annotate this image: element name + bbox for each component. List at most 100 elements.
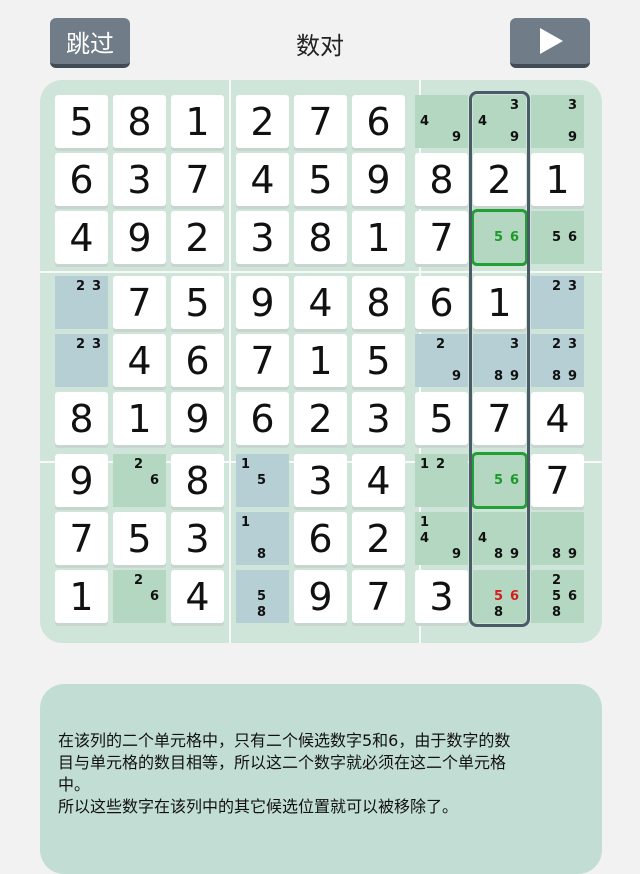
cell-value: 1 xyxy=(366,215,391,260)
sudoku-cell-given[interactable]: 7 xyxy=(531,454,584,507)
cell-value: 4 xyxy=(545,396,570,441)
sudoku-cell-given[interactable]: 1 xyxy=(531,153,584,206)
sudoku-cell-given[interactable]: 1 xyxy=(55,570,108,623)
sudoku-cell-given[interactable]: 6 xyxy=(294,512,347,565)
sudoku-cell-given[interactable]: 4 xyxy=(113,334,166,387)
sudoku-cell-given[interactable]: 9 xyxy=(55,454,108,507)
sudoku-cell-candidates[interactable]: 58 xyxy=(236,570,289,623)
sudoku-cell-given[interactable]: 9 xyxy=(352,153,405,206)
cell-value: 2 xyxy=(250,99,275,144)
sudoku-cell-candidates[interactable]: 12 xyxy=(415,454,468,507)
cell-value: 5 xyxy=(185,280,210,325)
sudoku-cell-candidates[interactable]: 23 89 xyxy=(531,334,584,387)
sudoku-cell-given[interactable]: 8 xyxy=(171,454,224,507)
sudoku-cell-given[interactable]: 9 xyxy=(171,392,224,445)
sudoku-cell-candidates[interactable]: 89 xyxy=(531,512,584,565)
sudoku-cell-given[interactable]: 4 xyxy=(55,211,108,264)
sudoku-cell-given[interactable]: 5 xyxy=(352,334,405,387)
sudoku-cell-candidates[interactable]: 23 xyxy=(55,276,108,329)
sudoku-cell-given[interactable]: 5 xyxy=(113,512,166,565)
sudoku-cell-given[interactable]: 9 xyxy=(113,211,166,264)
cell-value: 9 xyxy=(250,280,275,325)
sudoku-cell-candidates[interactable]: 23 xyxy=(531,276,584,329)
sudoku-cell-given[interactable]: 8 xyxy=(55,392,108,445)
candidate-digit: 6 xyxy=(567,230,578,245)
sudoku-cell-candidates[interactable]: 39 xyxy=(531,95,584,148)
cell-value: 5 xyxy=(69,99,94,144)
sudoku-cell-given[interactable]: 8 xyxy=(294,211,347,264)
sudoku-cell-given[interactable]: 4 xyxy=(171,570,224,623)
sudoku-cell-given[interactable]: 1 xyxy=(352,211,405,264)
sudoku-cell-given[interactable]: 1 xyxy=(113,392,166,445)
sudoku-cell-given[interactable]: 5 xyxy=(294,153,347,206)
sudoku-cell-given[interactable]: 4 xyxy=(236,153,289,206)
sudoku-cell-given[interactable]: 7 xyxy=(352,570,405,623)
column-highlight xyxy=(469,91,530,627)
sudoku-cell-given[interactable]: 3 xyxy=(415,570,468,623)
cell-value: 6 xyxy=(185,338,210,383)
sudoku-cell-given[interactable]: 7 xyxy=(415,211,468,264)
sudoku-cell-given[interactable]: 7 xyxy=(171,153,224,206)
sudoku-cell-given[interactable]: 3 xyxy=(236,211,289,264)
sudoku-cell-given[interactable]: 2 xyxy=(294,392,347,445)
sudoku-cell-given[interactable]: 7 xyxy=(236,334,289,387)
sudoku-cell-given[interactable]: 2 xyxy=(171,211,224,264)
cell-value: 6 xyxy=(308,516,333,561)
sudoku-cell-candidates[interactable]: 26 xyxy=(113,454,166,507)
cell-value: 6 xyxy=(429,280,454,325)
sudoku-cell-given[interactable]: 4 xyxy=(531,392,584,445)
cell-value: 9 xyxy=(308,574,333,619)
sudoku-cell-given[interactable]: 7 xyxy=(55,512,108,565)
hint-line: 中。 xyxy=(58,775,91,794)
sudoku-cell-candidates[interactable]: 29 xyxy=(415,334,468,387)
sudoku-cell-candidates[interactable]: 26 xyxy=(113,570,166,623)
candidate-digit: 2 xyxy=(133,573,144,588)
sudoku-cell-candidates[interactable]: 56 xyxy=(531,211,584,264)
cell-value: 5 xyxy=(366,338,391,383)
sudoku-cell-given[interactable]: 7 xyxy=(294,95,347,148)
sudoku-cell-given[interactable]: 8 xyxy=(113,95,166,148)
cell-value: 8 xyxy=(69,396,94,441)
sudoku-cell-given[interactable]: 2 xyxy=(352,512,405,565)
cell-value: 8 xyxy=(429,157,454,202)
candidate-digit: 2 xyxy=(75,337,86,352)
sudoku-cell-given[interactable]: 8 xyxy=(415,153,468,206)
candidate-digit: 9 xyxy=(567,130,578,145)
skip-button[interactable]: 跳过 xyxy=(50,18,130,68)
sudoku-cell-given[interactable]: 9 xyxy=(294,570,347,623)
sudoku-cell-candidates[interactable]: 2568 xyxy=(531,570,584,623)
sudoku-cell-given[interactable]: 5 xyxy=(55,95,108,148)
sudoku-cell-candidates[interactable]: 18 xyxy=(236,512,289,565)
sudoku-cell-given[interactable]: 4 xyxy=(294,276,347,329)
sudoku-cell-given[interactable]: 3 xyxy=(352,392,405,445)
sudoku-cell-given[interactable]: 1 xyxy=(171,95,224,148)
cell-value: 7 xyxy=(69,516,94,561)
sudoku-cell-candidates[interactable]: 15 xyxy=(236,454,289,507)
sudoku-cell-given[interactable]: 6 xyxy=(171,334,224,387)
sudoku-cell-given[interactable]: 5 xyxy=(171,276,224,329)
sudoku-cell-given[interactable]: 8 xyxy=(352,276,405,329)
sudoku-cell-given[interactable]: 3 xyxy=(171,512,224,565)
sudoku-cell-given[interactable]: 6 xyxy=(352,95,405,148)
sudoku-cell-given[interactable]: 6 xyxy=(415,276,468,329)
sudoku-cell-given[interactable]: 6 xyxy=(236,392,289,445)
sudoku-cell-given[interactable]: 5 xyxy=(415,392,468,445)
cell-value: 3 xyxy=(366,396,391,441)
sudoku-cell-candidates[interactable]: 14 9 xyxy=(415,512,468,565)
sudoku-cell-given[interactable]: 9 xyxy=(236,276,289,329)
sudoku-cell-given[interactable]: 7 xyxy=(113,276,166,329)
play-button[interactable] xyxy=(510,18,590,68)
candidate-digit: 2 xyxy=(435,457,446,472)
candidate-digit: 3 xyxy=(91,337,102,352)
sudoku-cell-given[interactable]: 6 xyxy=(55,153,108,206)
cell-value: 8 xyxy=(308,215,333,260)
sudoku-cell-given[interactable]: 3 xyxy=(113,153,166,206)
candidate-digit: 1 xyxy=(419,457,430,472)
sudoku-cell-candidates[interactable]: 49 xyxy=(415,95,468,148)
sudoku-cell-given[interactable]: 2 xyxy=(236,95,289,148)
cell-value: 8 xyxy=(366,280,391,325)
sudoku-cell-given[interactable]: 3 xyxy=(294,454,347,507)
sudoku-cell-candidates[interactable]: 23 xyxy=(55,334,108,387)
sudoku-cell-given[interactable]: 4 xyxy=(352,454,405,507)
sudoku-cell-given[interactable]: 1 xyxy=(294,334,347,387)
